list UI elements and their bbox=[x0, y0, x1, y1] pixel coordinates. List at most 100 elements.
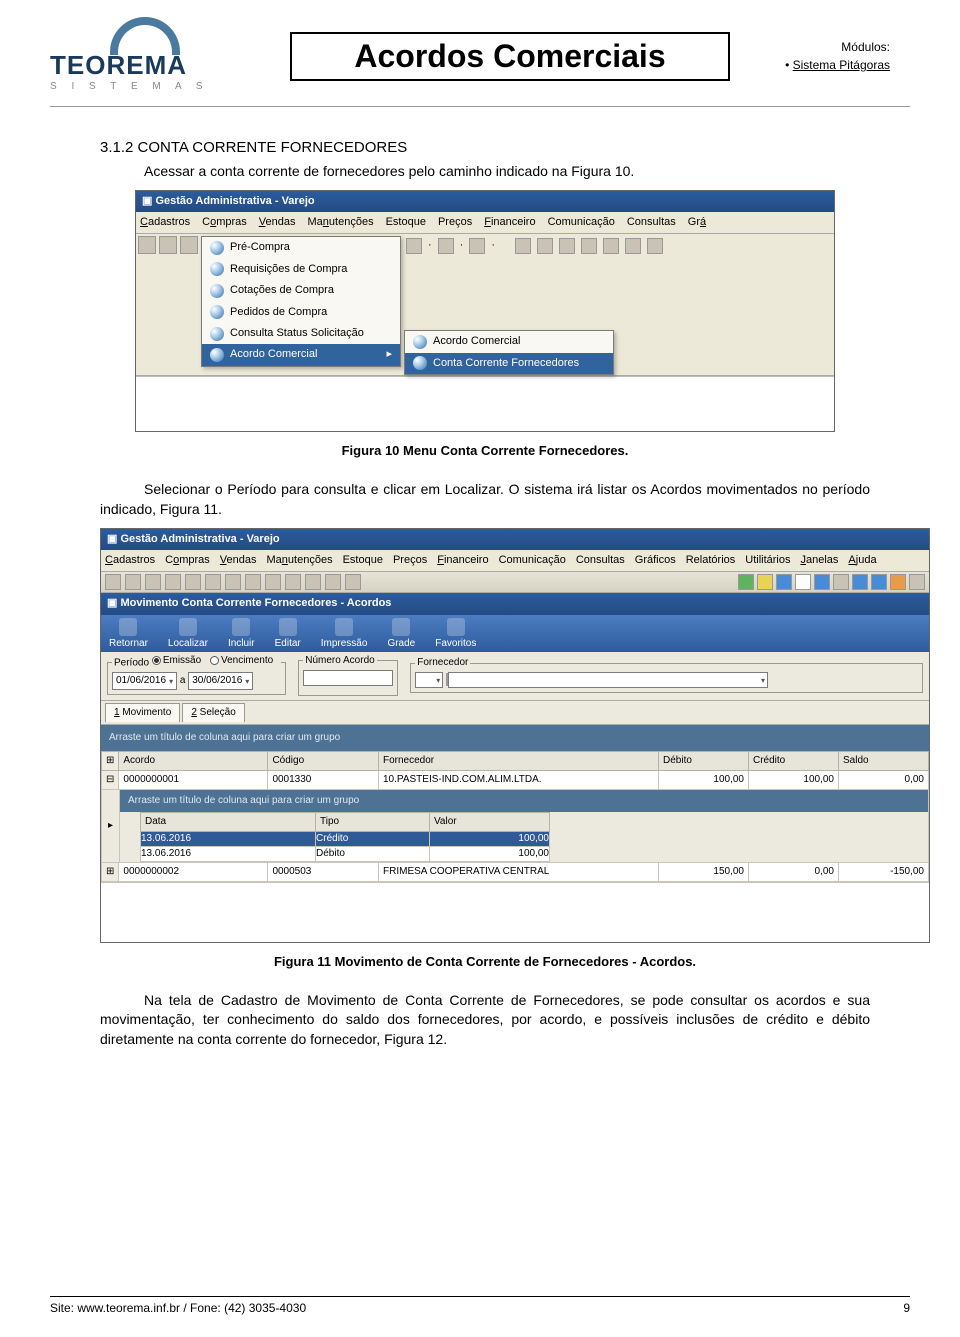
toolbar-icon[interactable] bbox=[814, 574, 830, 590]
toolbar-icon[interactable] bbox=[125, 574, 141, 590]
menu-financeiro[interactable]: Financeiro bbox=[484, 215, 535, 230]
toolbar-icon[interactable] bbox=[625, 238, 641, 254]
grid-row[interactable]: ⊞ 0000000002 0000503 FRIMESA COOPERATIVA… bbox=[102, 862, 929, 881]
dropdown-item-pedidos[interactable]: Pedidos de Compra bbox=[202, 302, 400, 323]
col-debito[interactable]: Débito bbox=[659, 751, 749, 770]
menu-item[interactable]: Financeiro bbox=[437, 553, 488, 568]
menu-item[interactable]: Cadastros bbox=[105, 553, 155, 568]
toolbar-icon[interactable] bbox=[145, 574, 161, 590]
dropdown-item-precompra[interactable]: Pré-Compra bbox=[202, 237, 400, 258]
toolbar-icon[interactable] bbox=[345, 574, 361, 590]
submenu-item-acordo[interactable]: Acordo Comercial bbox=[405, 331, 613, 352]
toolbar-icon[interactable] bbox=[138, 236, 156, 254]
menu-item[interactable]: Gráficos bbox=[635, 553, 676, 568]
tab-movimento[interactable]: 1 Movimento bbox=[105, 703, 180, 722]
toolbar-icon[interactable] bbox=[205, 574, 221, 590]
menu-manutencoes[interactable]: Manutenções bbox=[308, 215, 374, 230]
subcol-tipo[interactable]: Tipo bbox=[316, 812, 430, 831]
subgrid-row[interactable]: 13.06.2016 Débito 100,00 bbox=[141, 846, 550, 861]
toolbar-icon[interactable] bbox=[105, 574, 121, 590]
menu-consultas[interactable]: Consultas bbox=[627, 215, 676, 230]
toolbar-icon[interactable] bbox=[852, 574, 868, 590]
toolbar-icon[interactable] bbox=[165, 574, 181, 590]
tab-selecao[interactable]: 2 Seleção bbox=[182, 703, 244, 722]
col-acordo[interactable]: Acordo bbox=[119, 751, 268, 770]
menu-graficos-cut[interactable]: Grá bbox=[688, 215, 706, 230]
col-fornecedor[interactable]: Fornecedor bbox=[379, 751, 659, 770]
menu-item[interactable]: Relatórios bbox=[686, 553, 736, 568]
impressao-button[interactable]: Impressão bbox=[321, 618, 368, 651]
toolbar-icon[interactable] bbox=[738, 574, 754, 590]
submenu-item-conta-corrente[interactable]: Conta Corrente Fornecedores bbox=[405, 353, 613, 374]
expand-icon[interactable]: ⊞ bbox=[102, 862, 119, 881]
toolbar-icon[interactable] bbox=[890, 574, 906, 590]
toolbar-icon[interactable] bbox=[225, 574, 241, 590]
collapse-icon[interactable]: ⊟ bbox=[102, 770, 119, 789]
grade-button[interactable]: Grade bbox=[387, 618, 415, 651]
toolbar-icon[interactable] bbox=[159, 236, 177, 254]
menu-precos[interactable]: Preços bbox=[438, 215, 472, 230]
col-saldo[interactable]: Saldo bbox=[839, 751, 929, 770]
dropdown-item-status[interactable]: Consulta Status Solicitação bbox=[202, 323, 400, 344]
dropdown-item-requisicoes[interactable]: Requisições de Compra bbox=[202, 259, 400, 280]
menu-item[interactable]: Vendas bbox=[220, 553, 257, 568]
toolbar-icon[interactable] bbox=[909, 574, 925, 590]
favoritos-button[interactable]: Favoritos bbox=[435, 618, 476, 651]
retornar-button[interactable]: Retornar bbox=[109, 618, 148, 651]
radio-emissao[interactable]: Emissão bbox=[152, 654, 201, 668]
toolbar-icon[interactable] bbox=[647, 238, 663, 254]
toolbar-icon[interactable] bbox=[581, 238, 597, 254]
toolbar-icon[interactable] bbox=[245, 574, 261, 590]
dropdown-item-cotacoes[interactable]: Cotações de Compra bbox=[202, 280, 400, 301]
col-codigo[interactable]: Código bbox=[268, 751, 379, 770]
radio-vencimento[interactable]: Vencimento bbox=[210, 654, 273, 668]
menu-item[interactable]: Estoque bbox=[343, 553, 383, 568]
toolbar-icon[interactable] bbox=[559, 238, 575, 254]
toolbar-icon[interactable] bbox=[469, 238, 485, 254]
toolbar-icon[interactable] bbox=[305, 574, 321, 590]
menu-item[interactable]: Janelas bbox=[801, 553, 839, 568]
subcol-data[interactable]: Data bbox=[141, 812, 316, 831]
toolbar-icon[interactable] bbox=[285, 574, 301, 590]
col-credito[interactable]: Crédito bbox=[749, 751, 839, 770]
menu-item[interactable]: Compras bbox=[165, 553, 210, 568]
numero-acordo-input[interactable] bbox=[303, 670, 393, 686]
toolbar-icon[interactable] bbox=[603, 238, 619, 254]
toolbar-icon[interactable] bbox=[833, 574, 849, 590]
toolbar-icon[interactable] bbox=[776, 574, 792, 590]
menu-comunicacao[interactable]: Comunicação bbox=[548, 215, 615, 230]
module-link[interactable]: Sistema Pitágoras bbox=[793, 58, 890, 72]
menu-item[interactable]: Manutenções bbox=[267, 553, 333, 568]
toolbar-icon[interactable] bbox=[185, 574, 201, 590]
menu-item[interactable]: Consultas bbox=[576, 553, 625, 568]
subgrid-row-selected[interactable]: 13.06.2016 Crédito 100,00 bbox=[141, 831, 550, 846]
toolbar-icon[interactable] bbox=[871, 574, 887, 590]
menu-item[interactable]: Ajuda bbox=[848, 553, 876, 568]
grid-row[interactable]: ⊟ 0000000001 0001330 10.PASTEIS-IND.COM.… bbox=[102, 770, 929, 789]
toolbar-icon[interactable] bbox=[537, 238, 553, 254]
fornecedor-name-combo[interactable] bbox=[448, 672, 768, 688]
toolbar-icon[interactable] bbox=[265, 574, 281, 590]
dropdown-item-acordo[interactable]: Acordo Comercial▸ bbox=[202, 344, 400, 365]
menu-estoque[interactable]: Estoque bbox=[386, 215, 426, 230]
toolbar-icon[interactable] bbox=[515, 238, 531, 254]
date-from-input[interactable]: 01/06/2016 bbox=[112, 672, 177, 690]
fornecedor-code-combo[interactable] bbox=[415, 672, 443, 688]
incluir-button[interactable]: Incluir bbox=[228, 618, 255, 651]
menu-compras[interactable]: Compras bbox=[202, 215, 247, 230]
menu-vendas[interactable]: Vendas bbox=[259, 215, 296, 230]
toolbar-icon[interactable] bbox=[757, 574, 773, 590]
localizar-button[interactable]: Localizar bbox=[168, 618, 208, 651]
date-to-input[interactable]: 30/06/2016 bbox=[188, 672, 253, 690]
editar-button[interactable]: Editar bbox=[275, 618, 301, 651]
subcol-valor[interactable]: Valor bbox=[430, 812, 550, 831]
toolbar-icon[interactable] bbox=[438, 238, 454, 254]
toolbar-icon[interactable] bbox=[180, 236, 198, 254]
menu-item[interactable]: Comunicação bbox=[499, 553, 566, 568]
toolbar-icon[interactable] bbox=[325, 574, 341, 590]
toolbar-icon[interactable] bbox=[406, 238, 422, 254]
toolbar-icon[interactable] bbox=[795, 574, 811, 590]
menu-item[interactable]: Utilitários bbox=[745, 553, 790, 568]
menu-cadastros[interactable]: Cadastros bbox=[140, 215, 190, 230]
menu-item[interactable]: Preços bbox=[393, 553, 427, 568]
